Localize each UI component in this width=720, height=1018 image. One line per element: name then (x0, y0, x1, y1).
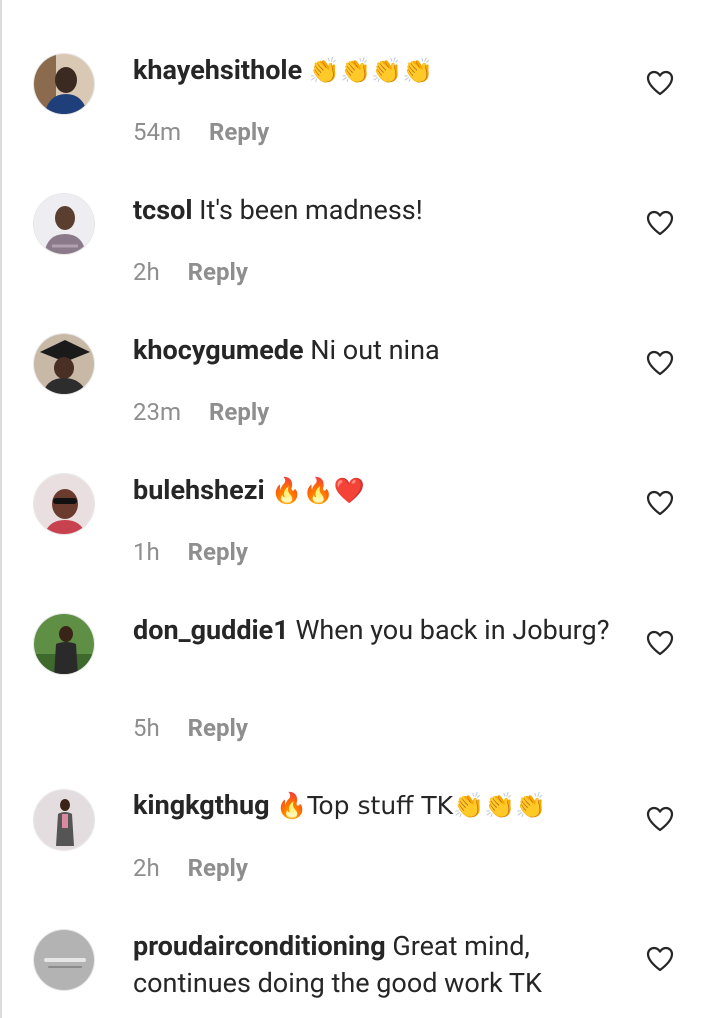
heart-outline-icon[interactable] (646, 350, 674, 376)
avatar[interactable] (33, 473, 95, 535)
comment-time: 54m (133, 118, 182, 146)
comment-text: 🔥🔥❤️ (271, 476, 365, 505)
comment-username[interactable]: tcsol (133, 194, 192, 226)
comment-meta: 2h Reply (133, 257, 248, 287)
comment-body: khocygumede Ni out nina (133, 332, 613, 369)
heart-outline-icon[interactable] (646, 946, 674, 972)
comment-text: 👏👏👏👏 (308, 56, 434, 85)
avatar[interactable] (33, 53, 95, 115)
comment-meta: 23m Reply (133, 397, 269, 427)
comment-body: don_guddie1 When you back in Joburg? (133, 612, 613, 649)
comment-username[interactable]: bulehshezi (133, 474, 265, 506)
reply-button[interactable]: Reply (188, 258, 248, 286)
comment-text: 🔥Top stuff TK👏👏👏 (276, 791, 547, 820)
avatar[interactable] (33, 613, 95, 675)
comment-body: khayehsithole 👏👏👏👏 (133, 52, 613, 89)
reply-button[interactable]: Reply (188, 538, 248, 566)
comment-body: kingkgthug 🔥Top stuff TK👏👏👏 (133, 787, 613, 824)
avatar[interactable] (33, 193, 95, 255)
heart-outline-icon[interactable] (646, 490, 674, 516)
avatar[interactable] (33, 333, 95, 395)
avatar[interactable] (33, 929, 95, 991)
comment-body: proudairconditioning Great mind, continu… (133, 928, 613, 1002)
heart-outline-icon[interactable] (646, 210, 674, 236)
comment-username[interactable]: khayehsithole (133, 54, 302, 86)
comment-meta: 2h Reply (133, 853, 248, 883)
reply-button[interactable]: Reply (188, 854, 248, 882)
screen-edge (0, 0, 2, 1018)
comment-time: 23m (133, 398, 182, 426)
comment-time: 2h (133, 258, 160, 286)
heart-outline-icon[interactable] (646, 630, 674, 656)
comment-time: 5h (133, 714, 160, 742)
comment-username[interactable]: don_guddie1 (133, 614, 289, 646)
comment-meta: 5h Reply (133, 713, 248, 743)
comment-username[interactable]: khocygumede (133, 334, 304, 366)
comment-text: When you back in Joburg? (295, 614, 610, 646)
comment-username[interactable]: kingkgthug (133, 789, 270, 821)
reply-button[interactable]: Reply (209, 398, 269, 426)
comment-text: It's been madness! (199, 194, 423, 226)
reply-button[interactable]: Reply (188, 714, 248, 742)
reply-button[interactable]: Reply (209, 118, 269, 146)
comment-text: Ni out nina (310, 334, 440, 366)
avatar[interactable] (33, 789, 95, 851)
comment-meta: 1h Reply (133, 537, 248, 567)
comment-body: bulehshezi 🔥🔥❤️ (133, 472, 613, 509)
comment-time: 2h (133, 854, 160, 882)
comment-username[interactable]: proudairconditioning (133, 930, 386, 962)
heart-outline-icon[interactable] (646, 806, 674, 832)
comment-body: tcsol It's been madness! (133, 192, 613, 229)
heart-outline-icon[interactable] (646, 70, 674, 96)
comment-time: 1h (133, 538, 160, 566)
comment-meta: 54m Reply (133, 117, 269, 147)
